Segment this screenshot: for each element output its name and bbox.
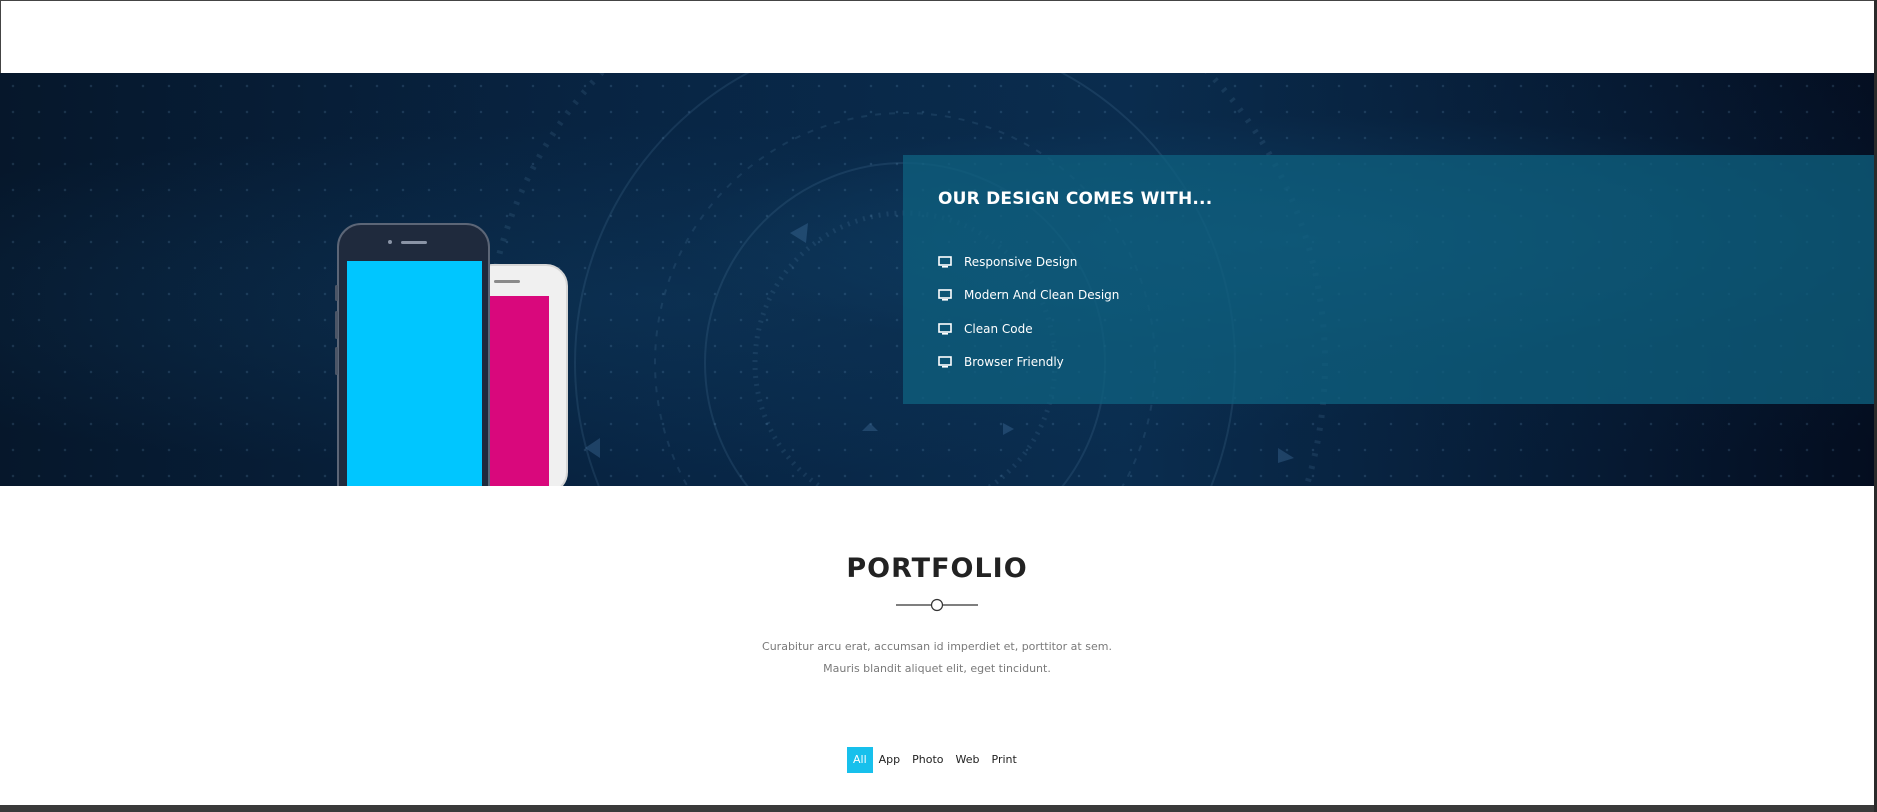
feature-label: Responsive Design <box>964 254 1078 269</box>
phone-back-screen <box>480 296 549 486</box>
monitor-icon <box>938 356 952 368</box>
filter-all[interactable]: All <box>847 747 873 773</box>
filter-app[interactable]: App <box>873 747 907 773</box>
feature-item: Responsive Design <box>938 245 1119 279</box>
monitor-icon <box>938 289 952 301</box>
monitor-icon <box>938 255 952 268</box>
phone-speaker <box>401 241 427 244</box>
phone-back-speaker <box>494 280 520 283</box>
feature-label: Modern And Clean Design <box>964 288 1120 303</box>
filter-print[interactable]: Print <box>986 747 1023 773</box>
phone-side-button <box>335 311 338 339</box>
bottom-dark-bar <box>0 805 1877 812</box>
design-features-panel: OUR DESIGN COMES WITH... Responsive Desi… <box>903 155 1874 404</box>
phone-side-button <box>335 285 338 301</box>
phone-camera <box>388 240 392 244</box>
hero-banner: OUR DESIGN COMES WITH... Responsive Desi… <box>0 73 1874 486</box>
design-panel-title: OUR DESIGN COMES WITH... <box>938 189 1213 209</box>
portfolio-title: PORTFOLIO <box>846 553 1028 584</box>
filter-photo[interactable]: Photo <box>906 747 949 773</box>
filter-web[interactable]: Web <box>950 747 986 773</box>
feature-label: Clean Code <box>964 321 1033 336</box>
phone-mockup-front <box>335 223 490 486</box>
top-blank-area <box>0 0 1877 73</box>
feature-label: Browser Friendly <box>964 355 1064 370</box>
portfolio-description: Curabitur arcu erat, accumsan id imperdi… <box>762 640 1112 675</box>
title-divider-icon <box>896 598 978 612</box>
phone-front-screen <box>347 261 482 486</box>
phone-side-button <box>335 347 338 375</box>
monitor-icon <box>938 322 952 335</box>
feature-item: Browser Friendly <box>938 346 1119 380</box>
portfolio-filter-bar: All App Photo Web Print <box>847 747 1023 773</box>
feature-item: Clean Code <box>938 312 1119 346</box>
feature-item: Modern And Clean Design <box>938 279 1119 313</box>
feature-list: Responsive Design Modern And Clean Desig… <box>938 245 1119 379</box>
